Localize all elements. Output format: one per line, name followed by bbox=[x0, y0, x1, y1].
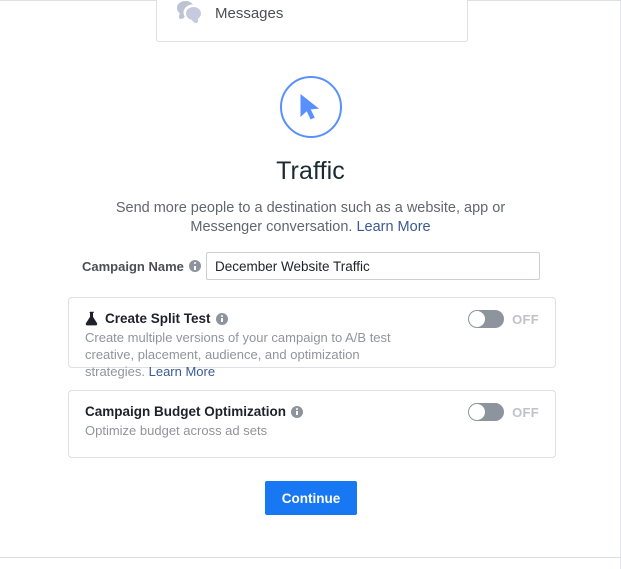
budget-opt-toggle-state: OFF bbox=[512, 404, 539, 420]
cursor-pointer-icon bbox=[279, 76, 342, 138]
split-test-description: Create multiple versions of your campaig… bbox=[85, 329, 539, 380]
split-test-toggle-state: OFF bbox=[512, 311, 539, 327]
campaign-name-label-wrap: Campaign Name bbox=[82, 252, 201, 280]
split-test-description-text: Create multiple versions of your campaig… bbox=[85, 330, 391, 379]
budget-opt-toggle-wrap: OFF bbox=[468, 403, 539, 421]
budget-opt-toggle[interactable] bbox=[468, 403, 505, 421]
campaign-name-info-icon[interactable] bbox=[188, 260, 201, 272]
messages-bubbles-icon bbox=[177, 1, 201, 23]
budget-opt-info-icon[interactable] bbox=[291, 405, 303, 418]
bottom-divider bbox=[0, 557, 621, 558]
split-test-card-inner: Create Split Test Create multiple versio… bbox=[69, 298, 555, 379]
budget-opt-toggle-knob bbox=[469, 404, 486, 420]
flask-icon bbox=[85, 311, 99, 326]
campaign-name-input[interactable] bbox=[206, 252, 540, 280]
objective-card-messages[interactable]: Messages bbox=[156, 0, 468, 42]
split-test-title: Create Split Test bbox=[105, 311, 211, 326]
split-test-toggle-wrap: OFF bbox=[468, 310, 539, 328]
budget-opt-title: Campaign Budget Optimization bbox=[85, 404, 286, 419]
budget-opt-description: Optimize budget across ad sets bbox=[85, 423, 268, 438]
split-test-learn-more-link[interactable]: Learn More bbox=[149, 364, 215, 379]
objective-card-messages-label: Messages bbox=[215, 5, 284, 22]
campaign-name-label: Campaign Name bbox=[82, 258, 184, 274]
campaign-budget-optimization-card: Campaign Budget Optimization Optimize bu… bbox=[68, 390, 556, 458]
page-title: Traffic bbox=[276, 157, 345, 185]
objective-description: Send more people to a destination such a… bbox=[81, 199, 541, 237]
objective-learn-more-link[interactable]: Learn More bbox=[356, 219, 430, 235]
selected-objective-hero: Traffic Send more people to a destinatio… bbox=[0, 76, 621, 237]
campaign-name-row: Campaign Name bbox=[0, 252, 621, 280]
campaign-creation-page: Messages Traffic Send more people to a d… bbox=[0, 0, 621, 569]
objective-description-text: Send more people to a destination such a… bbox=[115, 200, 506, 235]
split-test-toggle-knob bbox=[469, 311, 486, 327]
budget-opt-card-inner: Campaign Budget Optimization Optimize bu… bbox=[69, 391, 555, 457]
split-test-info-icon[interactable] bbox=[215, 312, 228, 325]
split-test-toggle[interactable] bbox=[468, 310, 505, 328]
continue-button[interactable]: Continue bbox=[265, 481, 357, 515]
split-test-card: Create Split Test Create multiple versio… bbox=[68, 297, 556, 379]
